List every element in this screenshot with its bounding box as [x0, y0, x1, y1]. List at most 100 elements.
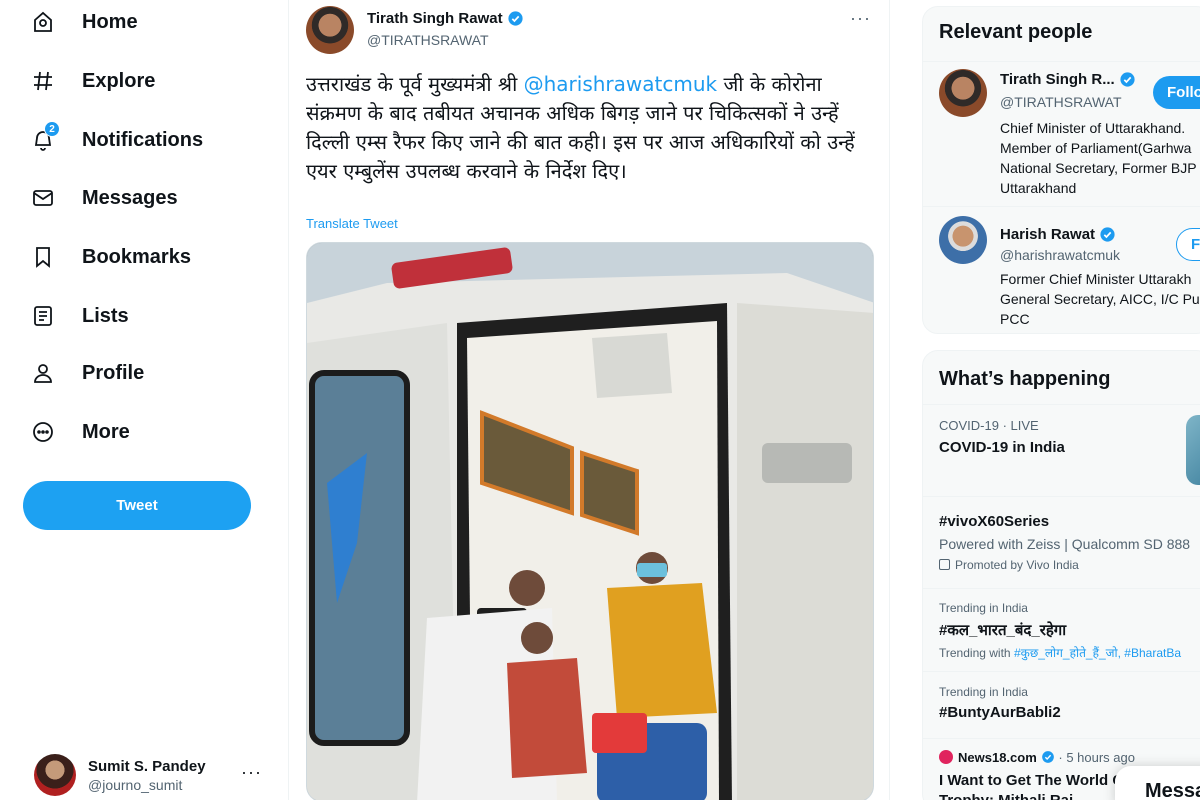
news-headline-continued: Trophy: Mithali Raj — [939, 792, 1073, 800]
nav-lists[interactable]: Lists — [30, 296, 129, 336]
person-handle: @harishrawatcmuk — [1000, 247, 1121, 263]
whats-happening-title: What’s happening — [939, 368, 1111, 390]
follow-button[interactable]: Follow — [1176, 228, 1200, 261]
account-more-icon[interactable]: ··· — [241, 762, 262, 783]
trend-item[interactable]: Trending in India #कल_भारत_बंद_रहेगा Tre… — [923, 588, 1200, 671]
trend-meta: COVID-19 · LIVE — [939, 418, 1039, 433]
author-avatar[interactable] — [306, 6, 354, 54]
trend-title: #कल_भारत_बंद_रहेगा — [939, 622, 1067, 639]
ambulance-photo-illustration — [307, 243, 873, 800]
trending-with-prefix: Trending with — [939, 646, 1014, 660]
tweet-text-start: उत्तराखंड के पूर्व मुख्यमंत्री श्री — [306, 72, 524, 96]
nav-label-home: Home — [82, 10, 138, 33]
tweet-detail: Tirath Singh Rawat @TIRATHSRAWAT ··· उत्… — [288, 0, 890, 800]
person-bio: Chief Minister of Uttarakhand. Member of… — [1000, 118, 1200, 198]
whats-happening-card: What’s happening COVID-19 · LIVE COVID-1… — [922, 350, 1200, 800]
person-name-row: Harish Rawat — [1000, 226, 1116, 243]
nav-label-notifications: Notifications — [82, 128, 204, 151]
verified-badge-icon — [1119, 71, 1136, 88]
tweet-photo[interactable] — [306, 242, 874, 800]
person-cell[interactable]: Tirath Singh R... @TIRATHSRAWAT Follow C… — [923, 61, 1200, 206]
account-switcher[interactable]: Sumit S. Pandey @journo_sumit ··· — [34, 750, 274, 800]
translate-tweet-link[interactable]: Translate Tweet — [306, 216, 398, 231]
trend-item[interactable]: #vivoX60Series Powered with Zeiss | Qual… — [923, 496, 1200, 588]
nav-notifications[interactable]: 2 Notifications — [30, 120, 203, 160]
mention-link[interactable]: @harishrawatcmuk — [524, 72, 717, 96]
promoted-label: Promoted by Vivo India — [939, 558, 1079, 572]
bookmark-icon — [30, 244, 56, 270]
nav-label-more: More — [82, 420, 130, 443]
nav-profile[interactable]: Profile — [30, 353, 144, 393]
relevant-people-title: Relevant people — [939, 21, 1093, 43]
bio-line: National Secretary, Former BJP — [1000, 160, 1197, 176]
news-headline: I Want to Get The World Cu — [939, 772, 1133, 789]
bio-line: General Secretary, AICC, I/C Pu — [1000, 291, 1200, 307]
bell-icon: 2 — [30, 121, 60, 153]
bio-line: Chief Minister of Uttarakhand. — [1000, 120, 1186, 136]
promoted-text: Promoted by Vivo India — [955, 558, 1079, 572]
news-source-row: News18.com · 5 hours ago — [939, 750, 1135, 765]
verified-badge-icon — [507, 10, 524, 27]
person-name-row: Tirath Singh R... — [1000, 71, 1136, 88]
person-handle: @TIRATHSRAWAT — [1000, 94, 1122, 110]
news-time: · 5 hours ago — [1054, 750, 1135, 765]
nav-label-explore: Explore — [82, 69, 156, 92]
author-handle[interactable]: @TIRATHSRAWAT — [367, 32, 489, 48]
messages-drawer[interactable]: Messa — [1115, 766, 1200, 800]
tweet-button[interactable]: Tweet — [23, 481, 251, 530]
notification-count-badge: 2 — [44, 121, 60, 137]
avatar[interactable] — [939, 69, 987, 117]
list-icon — [30, 303, 56, 329]
nav-label-messages: Messages — [82, 186, 178, 209]
trend-thumbnail — [1186, 415, 1200, 485]
bio-line: Former Chief Minister Uttarakh — [1000, 271, 1192, 287]
trend-title: COVID-19 in India — [939, 439, 1065, 456]
home-icon — [30, 9, 56, 35]
nav-more[interactable]: More — [30, 412, 130, 452]
tweet-more-icon[interactable]: ··· — [850, 8, 871, 29]
tweet-text: उत्तराखंड के पूर्व मुख्यमंत्री श्री @har… — [306, 70, 881, 186]
person-cell[interactable]: Harish Rawat @harishrawatcmuk Follow For… — [923, 206, 1200, 333]
news-source-logo-icon — [939, 750, 953, 764]
right-sidebar: Relevant people Tirath Singh R... @TIRAT… — [922, 0, 1200, 800]
account-handle: @journo_sumit — [88, 776, 183, 793]
avatar[interactable] — [939, 216, 987, 264]
promoted-icon — [939, 559, 950, 570]
account-text: Sumit S. Pandey @journo_sumit — [88, 758, 206, 793]
news-source: News18.com — [958, 750, 1037, 765]
nav-explore[interactable]: Explore — [30, 61, 155, 101]
left-navigation: Home Explore 2 Notifications Messages Bo… — [0, 0, 288, 800]
verified-badge-icon — [1041, 750, 1055, 764]
trend-meta: Trending in India — [939, 685, 1028, 699]
nav-label-lists: Lists — [82, 304, 129, 327]
account-name: Sumit S. Pandey — [88, 757, 206, 775]
follow-button[interactable]: Follow — [1153, 76, 1200, 109]
author-name-row[interactable]: Tirath Singh Rawat — [367, 10, 524, 27]
trend-item[interactable]: Trending in India #BuntyAurBabli2 — [923, 671, 1200, 738]
person-name: Tirath Singh R... — [1000, 71, 1115, 88]
person-icon — [30, 360, 56, 386]
avatar — [34, 754, 76, 796]
nav-label-profile: Profile — [82, 361, 145, 384]
verified-badge-icon — [1099, 226, 1116, 243]
bio-line: Member of Parliament(Garhwa — [1000, 140, 1192, 156]
bio-line: Uttarakhand — [1000, 180, 1077, 196]
nav-bookmarks[interactable]: Bookmarks — [30, 237, 191, 277]
envelope-icon — [30, 185, 56, 211]
trend-meta: Trending in India — [939, 601, 1028, 615]
trend-title: #BuntyAurBabli2 — [939, 704, 1061, 721]
bio-line: PCC — [1000, 311, 1030, 327]
author-name: Tirath Singh Rawat — [367, 10, 503, 27]
nav-messages[interactable]: Messages — [30, 178, 178, 218]
hashtag-icon — [30, 68, 56, 94]
person-name: Harish Rawat — [1000, 226, 1096, 243]
nav-home[interactable]: Home — [30, 2, 138, 42]
trending-with-links[interactable]: #कुछ_लोग_होते_हैं_जो, #BharatBa — [1014, 646, 1181, 660]
trend-item[interactable]: COVID-19 · LIVE COVID-19 in India — [923, 404, 1200, 496]
trend-with: Trending with #कुछ_लोग_होते_हैं_जो, #Bha… — [939, 644, 1181, 661]
trend-title: #vivoX60Series — [939, 513, 1050, 530]
more-circle-icon — [30, 419, 56, 445]
relevant-people-card: Relevant people Tirath Singh R... @TIRAT… — [922, 6, 1200, 334]
person-bio: Former Chief Minister Uttarakh General S… — [1000, 269, 1200, 329]
nav-label-bookmarks: Bookmarks — [82, 245, 191, 268]
